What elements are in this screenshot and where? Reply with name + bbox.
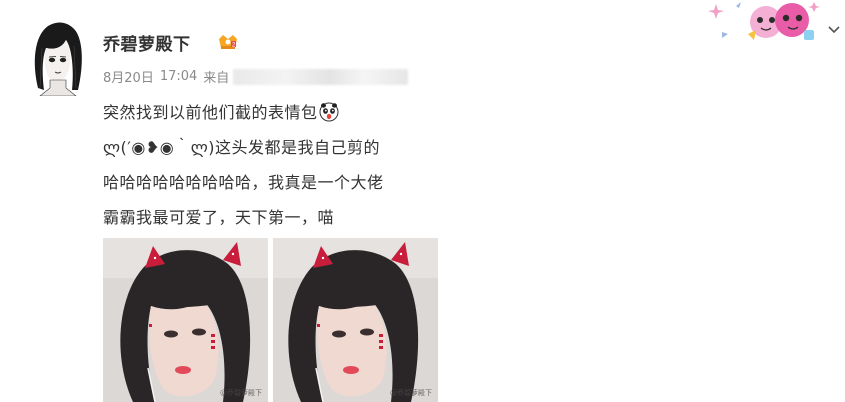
author-avatar[interactable] (28, 18, 86, 96)
chevron-down-icon[interactable] (827, 22, 841, 36)
selfie-photo-icon (273, 238, 438, 402)
post-image-2[interactable]: @乔碧萝殿下 (273, 238, 438, 402)
text-line-1: 突然找到以前他们截的表情包 (103, 103, 318, 122)
selfie-photo-icon (103, 238, 268, 402)
author-name[interactable]: 乔碧萝殿下 (103, 30, 191, 55)
source-prefix: 来自 (203, 71, 230, 86)
image-watermark: @乔碧萝殿下 (390, 389, 432, 397)
post-image-1[interactable]: @乔碧萝殿下 (103, 238, 268, 402)
post-text-line-4: 霸霸我最可爱了，天下第一，喵 (103, 208, 335, 227)
panda-sticker-icon (319, 102, 339, 122)
image-watermark: @乔碧萝殿下 (220, 389, 262, 397)
anime-girl-avatar-icon (28, 18, 86, 96)
post-date[interactable]: 8月20日 (103, 67, 154, 86)
post-text-line-3: 哈哈哈哈哈哈哈哈哈，我真是一个大佬 (103, 173, 384, 192)
post-text-line-1: 突然找到以前他们截的表情包 (103, 99, 339, 123)
post-text-line-2: ლ(′◉❥◉｀ლ)这头发都是我自己剪的 (103, 138, 381, 157)
post-meta: 8月20日 17:04 来自 (103, 67, 409, 86)
blurred-source (233, 68, 409, 85)
cartoon-sticker-decoration (708, 0, 824, 46)
vip-crown-icon[interactable]: 2 (216, 31, 240, 51)
post-time[interactable]: 17:04 (160, 69, 197, 84)
